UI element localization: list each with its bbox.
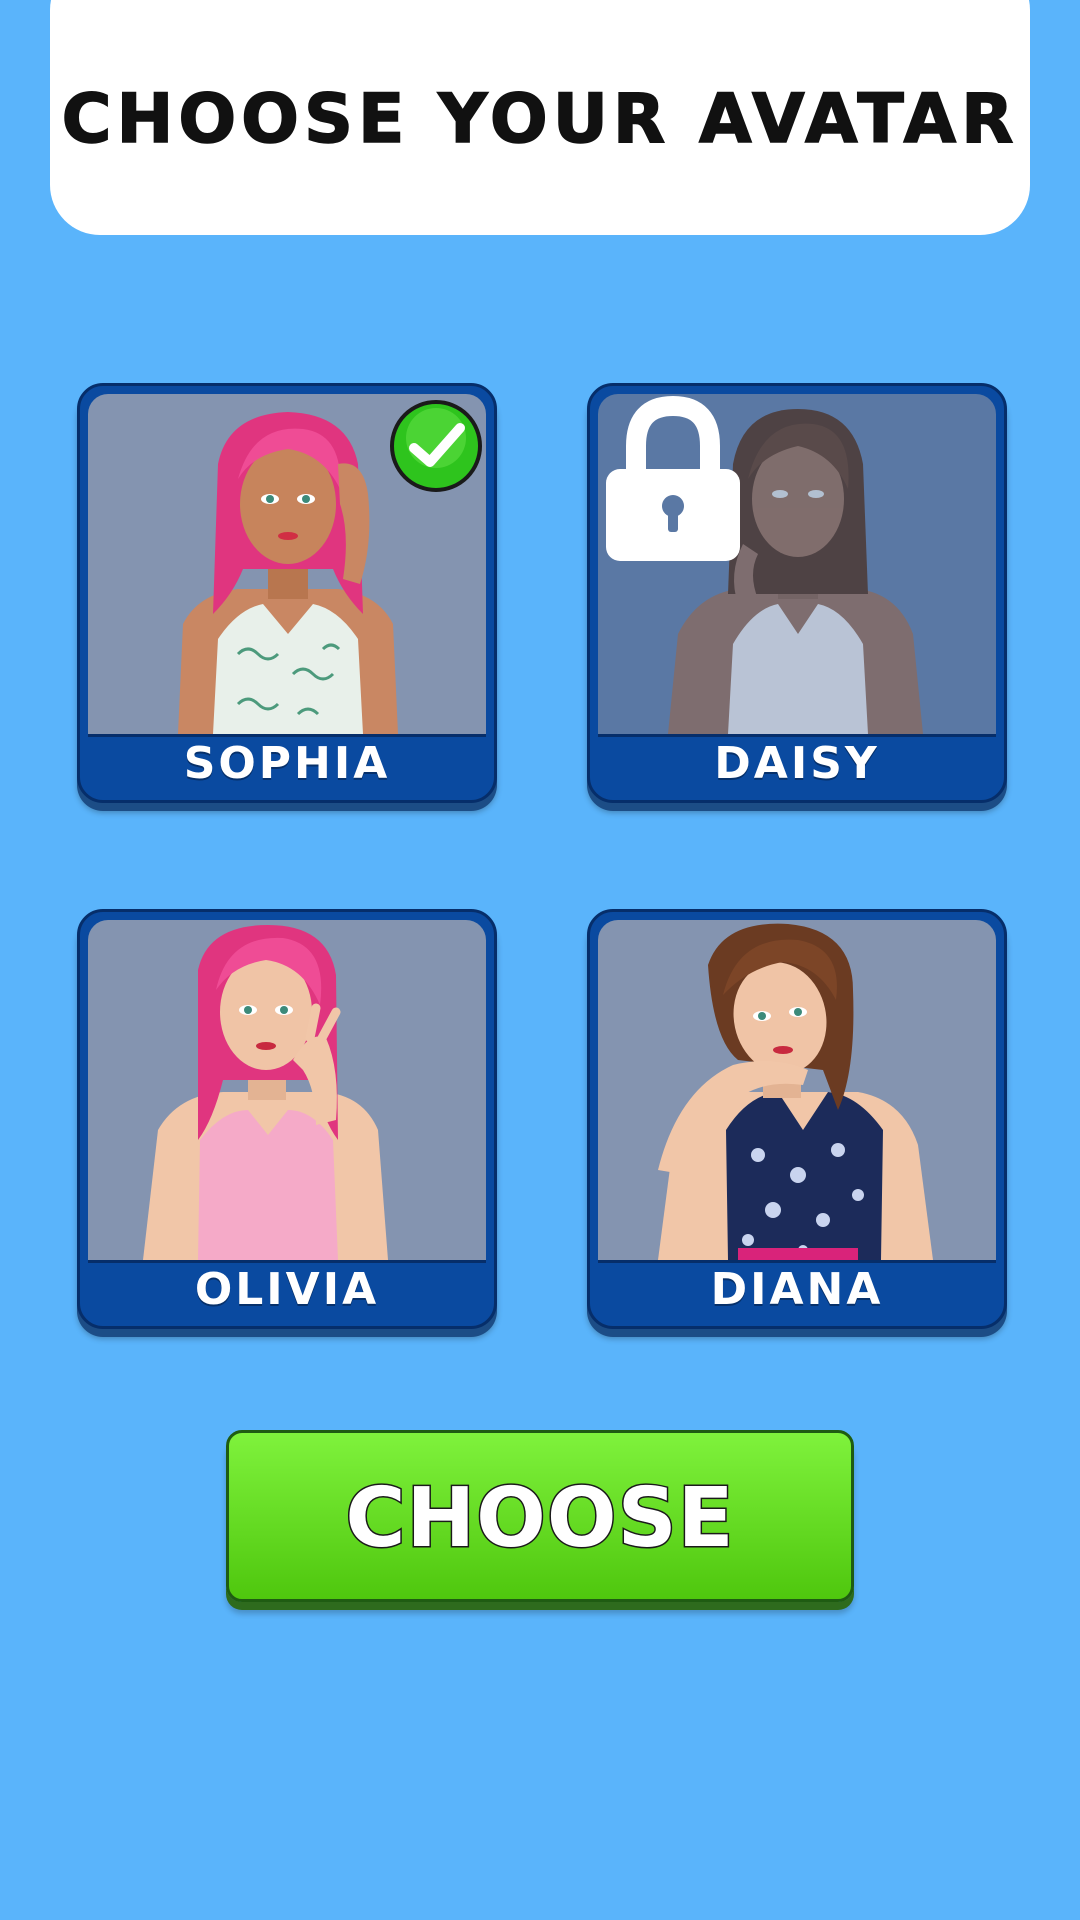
avatar-name: SOPHIA — [183, 738, 391, 789]
lock-icon — [606, 395, 740, 561]
avatar-figure — [658, 923, 933, 1260]
checkmark-icon — [390, 400, 482, 492]
title-banner: CHOOSE YOUR AVATAR — [50, 0, 1030, 235]
avatar-figure — [143, 925, 388, 1260]
avatar-card-daisy[interactable]: DAISY — [587, 383, 1007, 803]
avatar-portrait — [598, 920, 996, 1263]
avatar-card-olivia[interactable]: OLIVIA — [77, 909, 497, 1329]
page-title: CHOOSE YOUR AVATAR — [61, 79, 1019, 160]
avatar-name: DIANA — [710, 1264, 884, 1315]
avatar-portrait — [88, 920, 486, 1263]
choose-button-label: CHOOSE — [344, 1470, 735, 1568]
avatar-name: OLIVIA — [194, 1264, 380, 1315]
avatar-name: DAISY — [714, 738, 880, 789]
avatar-portrait — [598, 394, 996, 737]
avatar-card-diana[interactable]: DIANA — [587, 909, 1007, 1329]
choose-button[interactable]: CHOOSE — [226, 1430, 854, 1602]
avatar-card-sophia[interactable]: SOPHIA — [77, 383, 497, 803]
